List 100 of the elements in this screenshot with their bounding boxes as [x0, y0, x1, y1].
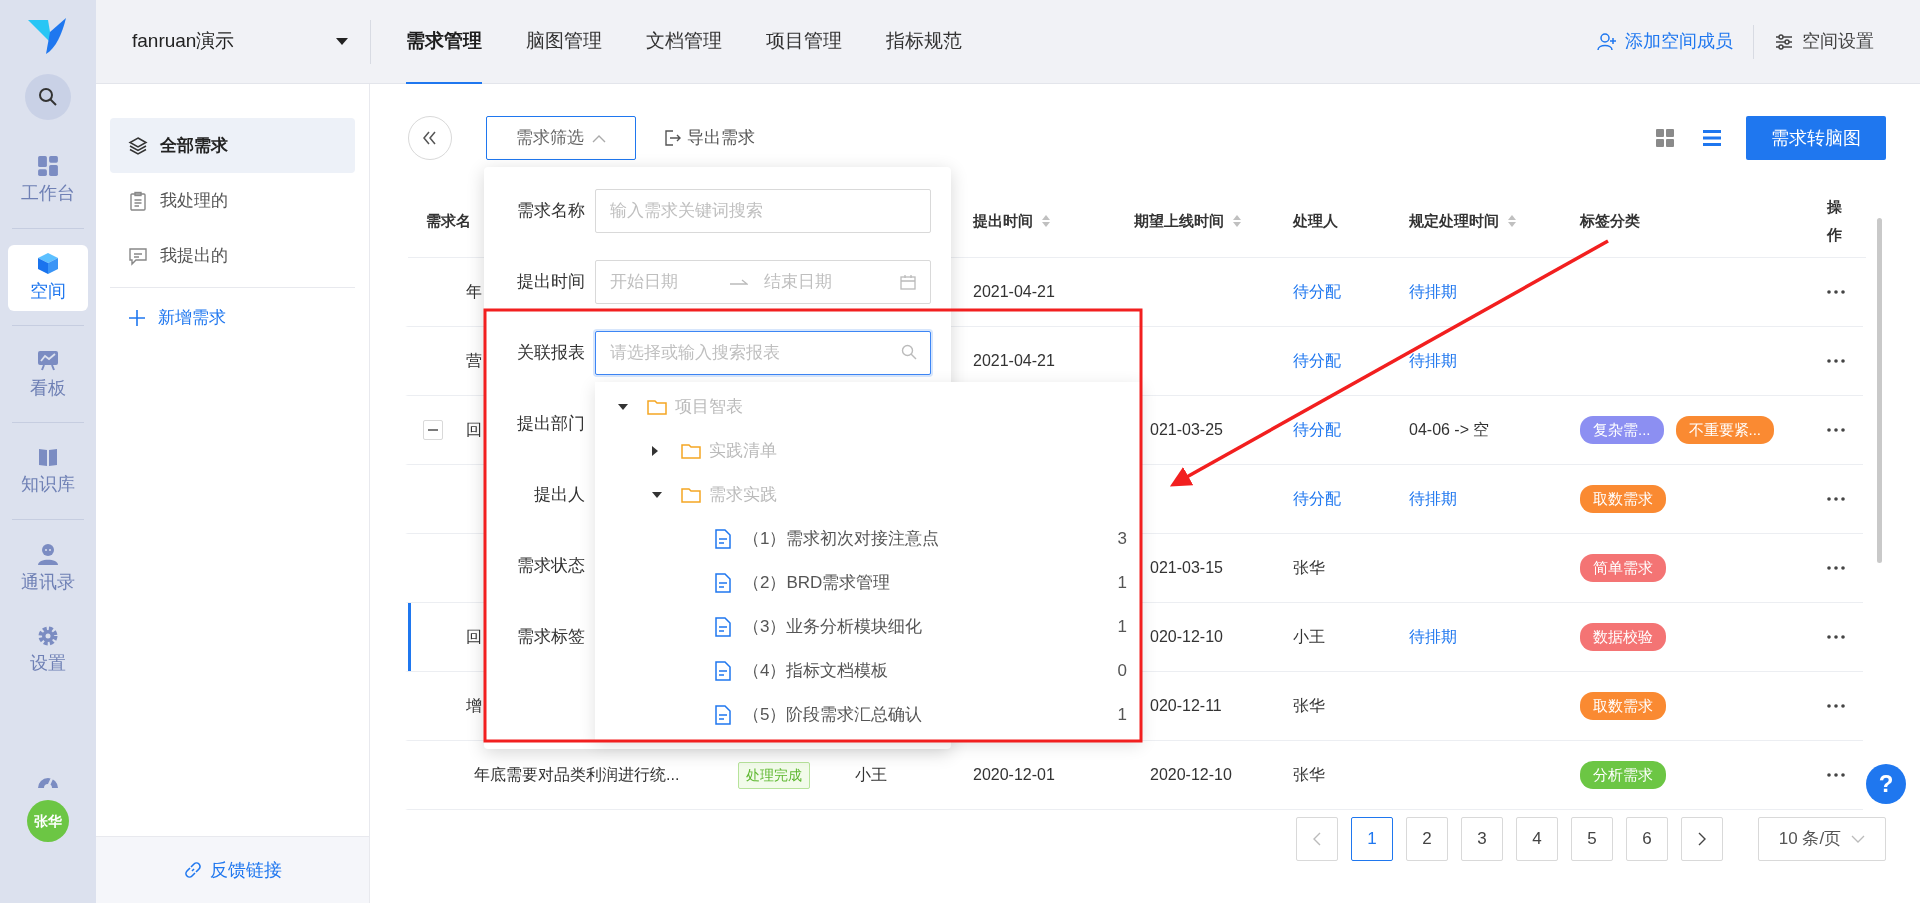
field-label: 提出人: [533, 484, 586, 507]
pending-link[interactable]: 待分配: [1293, 280, 1341, 304]
column-header: 标签分类: [1580, 210, 1640, 231]
more-button[interactable]: [1827, 566, 1845, 570]
tab[interactable]: 指标规范: [886, 0, 962, 84]
grid-view-button[interactable]: [1655, 128, 1675, 148]
scrollbar[interactable]: [1877, 218, 1882, 563]
pending-link[interactable]: 待分配: [1293, 487, 1341, 511]
page-button[interactable]: 2: [1406, 817, 1448, 861]
requirement-name[interactable]: 年底需要对品类利润进行统...: [474, 763, 680, 787]
plus-icon: [128, 308, 146, 327]
more-button[interactable]: [1827, 497, 1845, 501]
table-cell-text: 2020-12-10: [1150, 765, 1232, 785]
more-button[interactable]: [1827, 773, 1845, 777]
page-size-select[interactable]: 10 条/页: [1758, 817, 1886, 861]
table-cell-text: 2021-04-21: [973, 282, 1055, 302]
pending-link[interactable]: 待排期: [1409, 280, 1457, 304]
pending-link[interactable]: 待排期: [1409, 487, 1457, 511]
column-header: 规定处理时间: [1409, 210, 1499, 231]
caret-icon[interactable]: [651, 491, 663, 499]
table-cell-text: 021-03-25: [1150, 420, 1223, 440]
tab[interactable]: 需求管理: [406, 0, 482, 84]
item-count: 0: [1117, 660, 1127, 683]
category-tag: 分析需求: [1580, 760, 1666, 790]
header-action-link[interactable]: 添加空间成员: [1597, 28, 1733, 55]
date-range-field[interactable]: 开始日期 结束日期: [595, 260, 931, 304]
collapse-sidebar-button[interactable]: [408, 116, 452, 160]
double-chevron-icon: [422, 131, 438, 145]
search-field[interactable]: 请选择或输入搜索报表: [595, 331, 931, 375]
column-header: 提出时间: [973, 210, 1033, 231]
rail-nav-item[interactable]: 空间: [8, 245, 88, 311]
chevron-left-icon: [1313, 832, 1321, 846]
item-count: 3: [1117, 528, 1127, 551]
folder-icon: [647, 398, 667, 416]
requirement-name[interactable]: 增: [466, 694, 482, 718]
list-view-button[interactable]: [1702, 128, 1722, 148]
more-button[interactable]: [1827, 290, 1845, 294]
tab[interactable]: 文档管理: [646, 0, 722, 84]
column-header: 操作: [1827, 196, 1842, 245]
table-cell-text: 2020-12-01: [973, 765, 1055, 785]
calendar-icon: [900, 274, 916, 290]
more-button[interactable]: [1827, 635, 1845, 639]
requirement-name[interactable]: 回: [466, 625, 482, 649]
export-button[interactable]: 导出需求: [663, 125, 755, 151]
page-button[interactable]: 6: [1626, 817, 1668, 861]
more-button[interactable]: [1827, 704, 1845, 708]
table-cell-text: 张华: [1293, 696, 1325, 716]
start-date-field[interactable]: 开始日期: [610, 269, 720, 295]
more-button[interactable]: [1827, 359, 1845, 363]
clipboard-icon: [128, 190, 148, 211]
caret-icon[interactable]: [651, 445, 659, 457]
convert-to-mindmap-button[interactable]: 需求转脑图: [1746, 116, 1886, 160]
pending-link[interactable]: 待排期: [1409, 349, 1457, 373]
caret-icon[interactable]: [617, 403, 629, 411]
category-tag: 复杂需...: [1580, 415, 1664, 445]
filter-dropdown-button[interactable]: 需求筛选: [486, 116, 636, 160]
tree-item[interactable]: （3）业务分析模块细化: [743, 614, 923, 640]
page-button[interactable]: 3: [1461, 817, 1503, 861]
field-label: 提出时间: [516, 271, 586, 294]
search-button[interactable]: [25, 74, 71, 120]
header-action-link[interactable]: 空间设置: [1774, 28, 1874, 55]
pending-link[interactable]: 待分配: [1293, 349, 1341, 373]
item-count: 1: [1117, 572, 1127, 595]
requirement-name[interactable]: 营: [466, 349, 482, 373]
field-label: 需求名称: [516, 200, 586, 223]
more-button[interactable]: [1827, 428, 1845, 432]
collapse-button[interactable]: [423, 420, 443, 440]
document-icon: [715, 705, 731, 725]
column-header: 期望上线时间: [1134, 210, 1224, 231]
nav-item[interactable]: 我处理的: [110, 173, 355, 228]
table-cell-text: 小王: [1293, 627, 1325, 647]
tab[interactable]: 脑图管理: [526, 0, 602, 84]
category-tag: 简单需求: [1580, 553, 1666, 583]
settings-icon: [1774, 31, 1794, 52]
tab[interactable]: 项目管理: [766, 0, 842, 84]
page-button[interactable]: 5: [1571, 817, 1613, 861]
dashboard-icon: [37, 155, 59, 177]
add-requirement-link[interactable]: 新增需求: [110, 290, 355, 345]
page-button[interactable]: 1: [1351, 817, 1393, 861]
requirement-name[interactable]: 回: [466, 418, 482, 442]
help-button[interactable]: ?: [1866, 764, 1906, 804]
board-icon: [36, 348, 60, 372]
nav-item[interactable]: 我提出的: [110, 228, 355, 283]
pending-link[interactable]: 待排期: [1409, 625, 1457, 649]
input-field[interactable]: 输入需求关键词搜索: [595, 189, 931, 233]
tree-item[interactable]: （5）阶段需求汇总确认: [743, 702, 923, 728]
end-date-field[interactable]: 结束日期: [764, 269, 874, 295]
pending-link[interactable]: 待分配: [1293, 418, 1341, 442]
requirement-name[interactable]: 年: [466, 280, 482, 304]
nav-item[interactable]: 全部需求: [110, 118, 355, 173]
tree-item[interactable]: （4）指标文档模板: [743, 658, 889, 684]
table-cell-text: 021-03-15: [1150, 558, 1223, 578]
caret-icon[interactable]: [336, 37, 348, 46]
tree-item[interactable]: （2）BRD需求管理: [743, 570, 891, 596]
category-tag: 不重要紧...: [1675, 415, 1775, 445]
workspace-name[interactable]: fanruan演示: [132, 27, 235, 56]
feedback-link[interactable]: 反馈链接: [183, 856, 282, 884]
tree-item[interactable]: （1）需求初次对接注意点: [743, 526, 940, 552]
search-icon: [901, 344, 917, 360]
page-button[interactable]: 4: [1516, 817, 1558, 861]
